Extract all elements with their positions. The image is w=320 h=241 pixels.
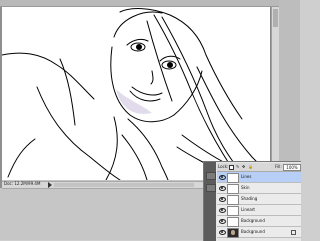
layer-thumbnail bbox=[227, 217, 239, 227]
visibility-eye-icon[interactable] bbox=[219, 186, 226, 191]
document-size-readout[interactable]: Doc: 12.2M/99.4M bbox=[4, 181, 40, 187]
layer-name: Background bbox=[241, 218, 265, 223]
layer-name: Lines bbox=[241, 174, 252, 179]
document-canvas[interactable] bbox=[2, 7, 271, 180]
document-tab-bar[interactable] bbox=[0, 0, 300, 7]
visibility-eye-icon[interactable] bbox=[219, 175, 226, 180]
line-art-drawing bbox=[2, 8, 270, 180]
lock-transparency-icon[interactable] bbox=[229, 165, 234, 170]
layers-panel: Lock: ✎ ✥ 🔒 Fill: 100% Lines Skin Shadin… bbox=[203, 161, 301, 241]
layer-name: Lineart bbox=[241, 207, 255, 212]
fill-input[interactable]: 100% bbox=[283, 164, 301, 171]
photoshop-window: Doc: 12.2M/99.4M Lock: ✎ ✥ 🔒 Fill: 100% … bbox=[0, 0, 301, 241]
layer-row[interactable]: Background bbox=[217, 216, 301, 227]
status-menu-arrow-icon[interactable] bbox=[48, 182, 52, 188]
layer-thumbnail bbox=[227, 195, 239, 205]
visibility-eye-icon[interactable] bbox=[219, 219, 226, 224]
layer-list: Lines Skin Shading Lineart Background Ba… bbox=[217, 172, 301, 241]
layers-toolbar: Lock: ✎ ✥ 🔒 Fill: 100% bbox=[217, 163, 301, 172]
visibility-eye-icon[interactable] bbox=[219, 197, 226, 202]
layer-row[interactable]: Background bbox=[217, 227, 301, 238]
lock-all-icon[interactable]: 🔒 bbox=[248, 164, 253, 169]
panel-dock-strip bbox=[204, 162, 216, 241]
panel-icon-button[interactable] bbox=[206, 184, 216, 192]
layer-thumbnail bbox=[227, 173, 239, 183]
layer-row[interactable]: Lineart bbox=[217, 205, 301, 216]
panel-collapse-button[interactable] bbox=[206, 172, 216, 180]
fill-label: Fill: bbox=[275, 164, 282, 169]
layer-thumbnail bbox=[227, 228, 239, 238]
layer-thumbnail bbox=[227, 184, 239, 194]
layer-thumbnail bbox=[227, 206, 239, 216]
horizontal-scrollbar[interactable] bbox=[54, 183, 194, 187]
visibility-eye-icon[interactable] bbox=[219, 230, 226, 235]
visibility-eye-icon[interactable] bbox=[219, 208, 226, 213]
lock-move-icon[interactable]: ✥ bbox=[242, 164, 245, 169]
layer-name: Shading bbox=[241, 196, 258, 201]
layer-row[interactable]: Skin bbox=[217, 183, 301, 194]
vertical-scrollbar[interactable] bbox=[271, 7, 279, 180]
layer-row[interactable]: Lines bbox=[217, 172, 301, 183]
lock-paint-icon[interactable]: ✎ bbox=[236, 164, 239, 169]
layer-name: Background bbox=[241, 229, 265, 234]
lock-label: Lock: bbox=[218, 164, 229, 169]
scrollbar-thumb[interactable] bbox=[273, 9, 278, 27]
layer-lock-icon bbox=[291, 230, 296, 235]
layer-name: Skin bbox=[241, 185, 250, 190]
layer-row[interactable]: Shading bbox=[217, 194, 301, 205]
